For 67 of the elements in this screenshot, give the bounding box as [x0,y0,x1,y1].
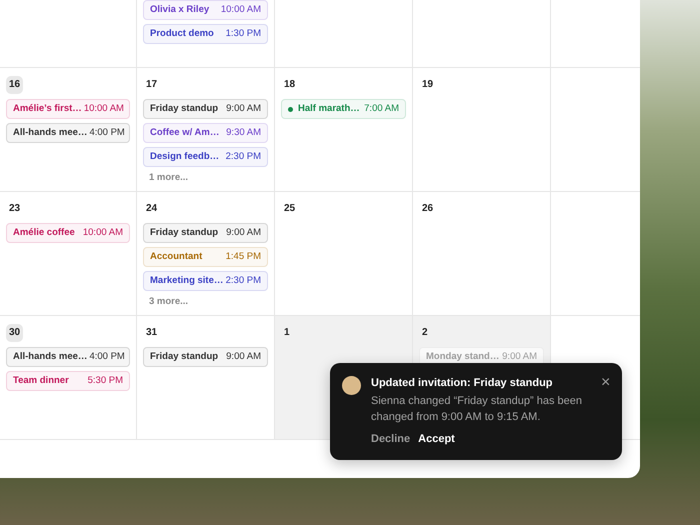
event-time: 10:00 AM [82,226,123,240]
event-chip[interactable]: Accountant 1:45 PM [143,247,268,267]
event-chip[interactable]: Half marath… 7:00 AM [281,99,406,119]
event-title: Olivia x Riley [150,2,210,17]
day-number: 31 [145,326,158,340]
event-chip[interactable]: Friday standup 9:00 AM [143,99,268,119]
event-title: Accountant [150,250,202,264]
event-chip[interactable]: Olivia x Riley 10:00 AM [143,0,268,20]
event-time: 5:30 PM [88,374,123,388]
event-title: All-hands mee… [13,350,88,364]
day-number: 16 [6,76,24,94]
event-chip[interactable]: Friday standup 9:00 AM [143,347,268,367]
event-chip[interactable]: Coffee w/ Am… 9:30 AM [143,123,268,143]
event-title: Team dinner [13,374,69,388]
event-title: Half marath… [298,102,360,116]
decline-button[interactable]: Decline [371,431,410,447]
close-button[interactable]: × [601,377,610,389]
day-number: 2 [421,326,429,340]
day-number: 23 [8,202,22,216]
event-time: 2:30 PM [226,150,261,164]
event-title: Friday standup [150,350,218,364]
event-time: 1:30 PM [226,26,261,41]
day-number: 25 [283,202,296,216]
event-title: Amélie’s first… [13,102,82,116]
day-number: 18 [283,78,296,92]
day-number: 30 [6,324,24,342]
day-number: 26 [421,202,434,216]
more-link[interactable]: 3 more... [143,295,268,310]
event-time: 9:00 AM [226,102,261,116]
event-title: Marketing site… [150,274,224,288]
event-title: Monday stand… [426,350,500,364]
avatar [342,376,361,395]
event-title: Friday standup [150,102,218,116]
more-link[interactable]: 1 more... [143,171,268,186]
accept-button[interactable]: Accept [418,431,455,447]
event-title: All-hands mee… [13,126,88,140]
event-time: 9:00 AM [226,350,261,364]
event-title: Design feedb… [150,150,220,164]
event-time: 9:00 AM [226,226,261,240]
notification-title: Updated invitation: Friday standup [371,376,554,391]
event-chip[interactable]: Amélie’s first… 10:00 AM [6,99,130,119]
event-title: Coffee w/ Am… [150,126,220,140]
event-time: 9:00 AM [502,350,537,364]
event-title: Amélie coffee [13,226,75,240]
event-chip[interactable]: Product demo 1:30 PM [143,24,268,44]
event-chip[interactable]: Friday standup 9:00 AM [143,223,268,243]
event-chip[interactable]: Design feedb… 2:30 PM [143,147,268,167]
event-time: 7:00 AM [364,102,399,116]
day-number: 19 [421,78,434,92]
event-time: 10:00 AM [220,2,261,17]
event-chip[interactable]: All-hands mee… 4:00 PM [6,347,130,367]
notification-message: Sienna changed “Friday standup” has been changed from 9:00 AM to 9:15 AM. [371,394,583,425]
day-number: 24 [145,202,158,216]
day-number: 1 [283,326,291,340]
event-time: 4:00 PM [89,350,125,364]
event-chip[interactable]: Team dinner 5:30 PM [6,371,130,391]
day-number: 17 [145,78,158,92]
event-time: 9:30 AM [226,126,261,140]
event-time: 4:00 PM [89,126,125,140]
event-chip[interactable]: All-hands mee… 4:00 PM [6,123,130,143]
event-title: Friday standup [150,226,218,240]
event-time: 2:30 PM [226,274,261,288]
event-chip[interactable]: Marketing site… 2:30 PM [143,271,268,291]
event-time: 1:45 PM [226,250,261,264]
event-time: 10:00 AM [84,102,124,116]
event-chip[interactable]: Amélie coffee 10:00 AM [6,223,130,243]
event-title: Product demo [150,26,214,41]
